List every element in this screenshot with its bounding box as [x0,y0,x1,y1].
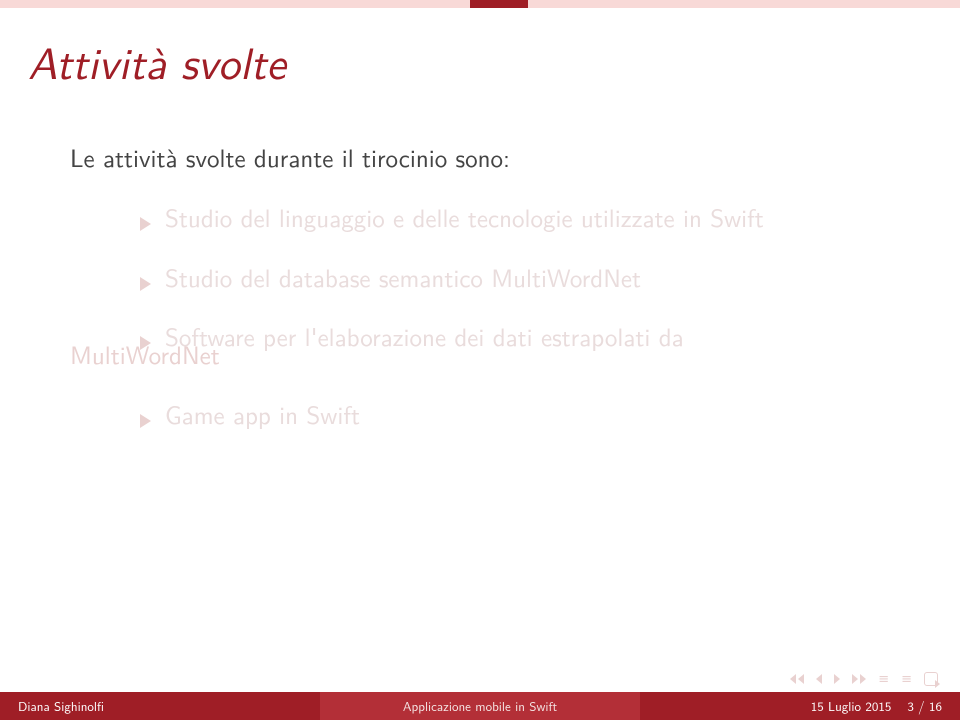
footer: Diana Sighinolfi Applicazione mobile in … [0,692,960,720]
bullet-item: Game app in Swift [70,397,890,431]
progress-current [470,0,528,8]
bullet-text: Software per l'elaborazione dei dati est… [165,319,684,353]
nav-loop-icon[interactable] [924,672,938,686]
bullet-item: Studio del database semantico MultiWordN… [70,260,890,294]
bullet-item: Studio del linguaggio e delle tecnologie… [70,200,890,234]
nav-last-icon[interactable] [852,674,866,684]
progress-remaining-left [0,0,470,8]
slide: Attività svolte Le attività svolte duran… [0,0,960,720]
nav-prev-icon[interactable] [816,674,822,684]
bullet-text: Studio del database semantico MultiWordN… [165,260,641,294]
footer-title-text: Applicazione mobile in Swift [403,697,557,716]
footer-meta: 15 Luglio 2015 3 / 16 [640,692,960,720]
footer-page: 3 / 16 [907,697,942,716]
bullet-text: Studio del linguaggio e delle tecnologie… [165,200,764,234]
footer-author-text: Diana Sighinolfi [18,697,104,716]
progress-remaining-right [528,0,960,8]
footer-title: Applicazione mobile in Swift [320,692,640,720]
nav-prev-section-icon[interactable]: ≡ [878,669,889,688]
nav-next-section-icon[interactable]: ≡ [901,669,912,688]
nav-first-icon[interactable] [790,674,804,684]
nav-next-icon[interactable] [834,674,840,684]
intro-text: Le attività svolte durante il tirocinio … [70,140,890,174]
slide-body: Le attività svolte durante il tirocinio … [70,140,890,457]
bullet-text: Game app in Swift [165,397,360,431]
bullet-icon [140,217,151,231]
bullet-icon [140,336,151,350]
beamer-nav: ≡ ≡ [790,669,938,688]
slide-title: Attività svolte [28,28,286,93]
footer-date: 15 Luglio 2015 [811,697,892,716]
bullet-icon [140,414,151,428]
progress-bar [0,0,960,8]
footer-author: Diana Sighinolfi [0,692,320,720]
bullet-icon [140,277,151,291]
